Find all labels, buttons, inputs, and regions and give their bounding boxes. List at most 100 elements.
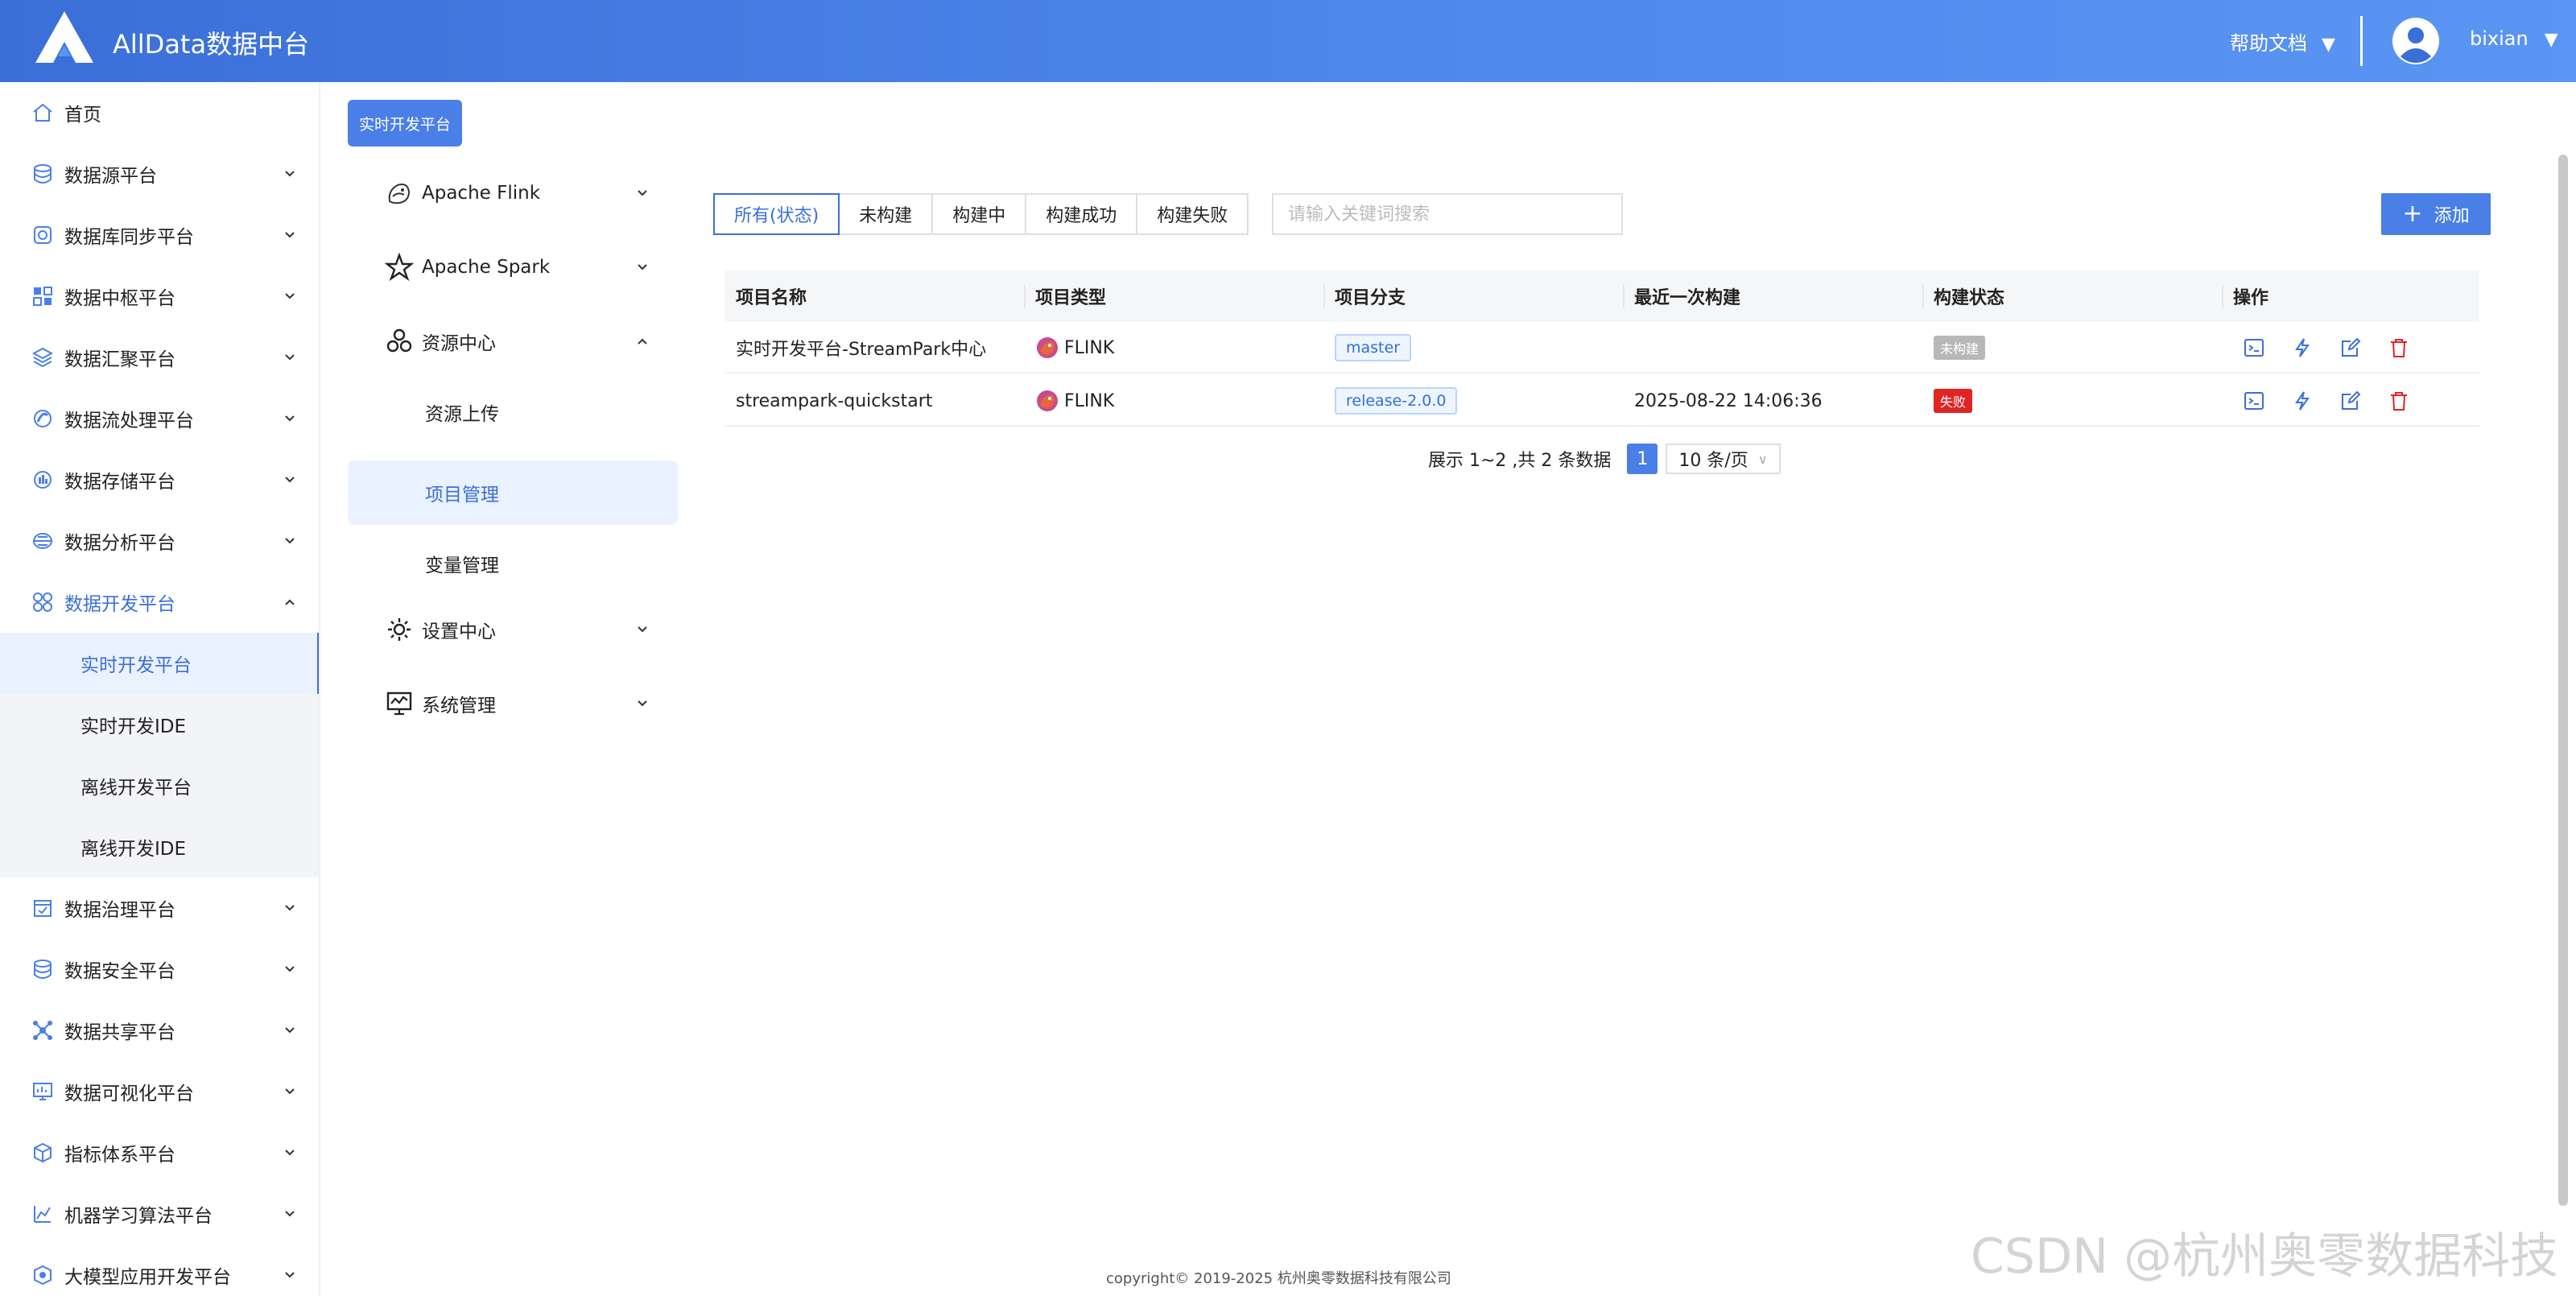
cube-icon <box>31 1141 55 1165</box>
sidebar-item-label: 数据可视化平台 <box>64 1083 194 1104</box>
menu-subitem-resource-upload[interactable]: 资源上传 <box>348 380 678 444</box>
status-badge: 未构建 <box>1934 336 1986 360</box>
sidebar-item-data-hub[interactable]: 数据中枢平台 <box>0 266 319 327</box>
add-button[interactable]: + 添加 <box>2381 193 2491 235</box>
column-header-label: 构建状态 <box>1934 288 2005 308</box>
sidebar-item-stream-processing[interactable]: 数据流处理平台 <box>0 388 319 449</box>
column-header-label: 操作 <box>2233 288 2269 308</box>
breadcrumb-tab-realtime[interactable]: 实时开发平台 <box>348 100 462 147</box>
chevron-down-icon <box>638 626 647 633</box>
top-header: AllData数据中台 帮助文档 ▼ bixian ▼ <box>0 0 2576 82</box>
filter-build-failed[interactable]: 构建失败 <box>1136 193 1249 235</box>
chevron-down-icon <box>285 538 295 544</box>
storage-icon <box>31 468 55 492</box>
chevron-down-icon <box>285 293 295 299</box>
sidebar-item-db-sync[interactable]: 数据库同步平台 <box>0 204 319 266</box>
sidebar-item-label: 数据分析平台 <box>64 533 175 554</box>
chevron-down-icon <box>285 1149 295 1156</box>
sidebar-item-label: 数据中枢平台 <box>64 288 175 309</box>
sidebar-item-label: 首页 <box>64 105 101 126</box>
sidebar-item-datasource[interactable]: 数据源平台 <box>0 143 319 204</box>
build-icon[interactable] <box>2291 336 2314 359</box>
menu-subitem-project-management[interactable]: 项目管理 <box>348 460 678 525</box>
app-title: AllData数据中台 <box>113 29 310 60</box>
sidebar-item-home[interactable]: 首页 <box>0 82 319 143</box>
ml-icon <box>31 1202 55 1226</box>
cell-project-name[interactable]: streampark-quickstart <box>736 375 932 427</box>
sidebar-item-data-governance[interactable]: 数据治理平台 <box>0 877 319 939</box>
menu-item-label: Apache Spark <box>422 257 551 278</box>
menu-item-label: 系统管理 <box>422 695 496 716</box>
dev-icon <box>31 590 55 614</box>
chevron-down-icon <box>638 700 647 707</box>
page-size-select[interactable]: 10 条/页 ∨ <box>1666 444 1781 474</box>
sidebar-item-label: 数据治理平台 <box>64 900 175 921</box>
sidebar-item-machine-learning[interactable]: 机器学习算法平台 <box>0 1183 319 1244</box>
chevron-down-icon <box>285 1088 295 1095</box>
sidebar-subitem-offline-platform[interactable]: 离线开发平台 <box>0 755 319 816</box>
menu-item-system-management[interactable]: 系统管理 <box>348 671 678 736</box>
chevron-down-icon <box>285 232 295 238</box>
help-docs-menu[interactable]: 帮助文档 ▼ <box>2230 27 2335 56</box>
sidebar-subitem-realtime-platform[interactable]: 实时开发平台 <box>0 633 319 694</box>
terminal-icon[interactable] <box>2243 390 2265 412</box>
alldata-logo-icon[interactable] <box>34 10 95 64</box>
sidebar-item-data-analysis[interactable]: 数据分析平台 <box>0 510 319 572</box>
header-divider <box>2360 16 2363 66</box>
flink-logo-icon <box>1037 390 1058 411</box>
vertical-scrollbar[interactable] <box>2558 155 2568 1206</box>
menu-item-label: Apache Flink <box>422 183 541 204</box>
page-number-button[interactable]: 1 <box>1627 444 1658 474</box>
column-header-name: 项目名称 <box>736 288 807 308</box>
chevron-down-icon <box>638 264 647 270</box>
filter-build-success[interactable]: 构建成功 <box>1025 193 1138 235</box>
user-menu[interactable]: bixian ▼ <box>2470 27 2558 50</box>
sidebar-item-data-security[interactable]: 数据安全平台 <box>0 939 319 1000</box>
menu-item-apache-spark[interactable]: Apache Spark <box>348 235 678 299</box>
flink-icon <box>388 184 411 204</box>
sidebar-item-data-storage[interactable]: 数据存储平台 <box>0 449 319 510</box>
filter-all-status[interactable]: 所有(状态) <box>713 193 840 235</box>
sidebar-item-llm-app-dev[interactable]: 大模型应用开发平台 <box>0 1244 319 1296</box>
sidebar-subitem-label: 实时开发IDE <box>80 716 187 737</box>
sidebar-subitem-offline-ide[interactable]: 离线开发IDE <box>0 816 319 877</box>
sidebar-item-data-development[interactable]: 数据开发平台 <box>0 572 319 633</box>
sidebar-item-data-sharing[interactable]: 数据共享平台 <box>0 1000 319 1061</box>
sidebar-item-label: 数据库同步平台 <box>64 227 194 248</box>
filter-not-built[interactable]: 未构建 <box>838 193 934 235</box>
table-row: streampark-quickstart FLINK release-2.0.… <box>724 375 2479 427</box>
menu-subitem-variable-management[interactable]: 变量管理 <box>348 531 678 596</box>
menu-item-resource-center[interactable]: 资源中心 <box>348 309 678 374</box>
sidebar-item-metrics-system[interactable]: 指标体系平台 <box>0 1122 319 1183</box>
chevron-down-icon <box>285 905 295 911</box>
search-input[interactable] <box>1272 193 1623 235</box>
chevron-down-icon <box>285 966 295 972</box>
settings-icon <box>388 618 411 641</box>
cell-project-branch: release-2.0.0 <box>1335 375 1458 427</box>
sidebar-item-data-aggregation[interactable]: 数据汇聚平台 <box>0 327 319 388</box>
cell-build-status: 失败 <box>1934 375 1973 427</box>
menu-item-settings-center[interactable]: 设置中心 <box>348 597 678 662</box>
menu-item-apache-flink[interactable]: Apache Flink <box>348 161 678 225</box>
delete-icon[interactable] <box>2388 336 2410 359</box>
terminal-icon[interactable] <box>2243 336 2265 359</box>
menu-subitem-label: 变量管理 <box>425 555 499 576</box>
delete-icon[interactable] <box>2388 390 2410 412</box>
sidebar-item-label: 数据开发平台 <box>64 594 175 615</box>
sync-icon <box>31 223 55 247</box>
edit-icon[interactable] <box>2339 336 2362 359</box>
layers-icon <box>31 345 55 369</box>
visual-icon <box>31 1079 55 1104</box>
build-icon[interactable] <box>2291 390 2314 412</box>
plus-icon: + <box>2402 200 2423 228</box>
column-header-type: 项目类型 <box>1024 270 1106 322</box>
sidebar-item-label: 数据安全平台 <box>64 961 175 982</box>
sidebar-subitem-realtime-ide[interactable]: 实时开发IDE <box>0 694 319 755</box>
pagination: 展示 1~2 ,共 2 条数据 1 10 条/页 ∨ <box>1428 443 1781 475</box>
edit-icon[interactable] <box>2339 390 2362 412</box>
sidebar-item-data-visualization[interactable]: 数据可视化平台 <box>0 1061 319 1122</box>
filter-building[interactable]: 构建中 <box>931 193 1027 235</box>
chevron-down-icon <box>285 171 295 177</box>
user-avatar[interactable] <box>2392 18 2439 64</box>
cell-project-name[interactable]: 实时开发平台-StreamPark中心 <box>736 322 986 374</box>
